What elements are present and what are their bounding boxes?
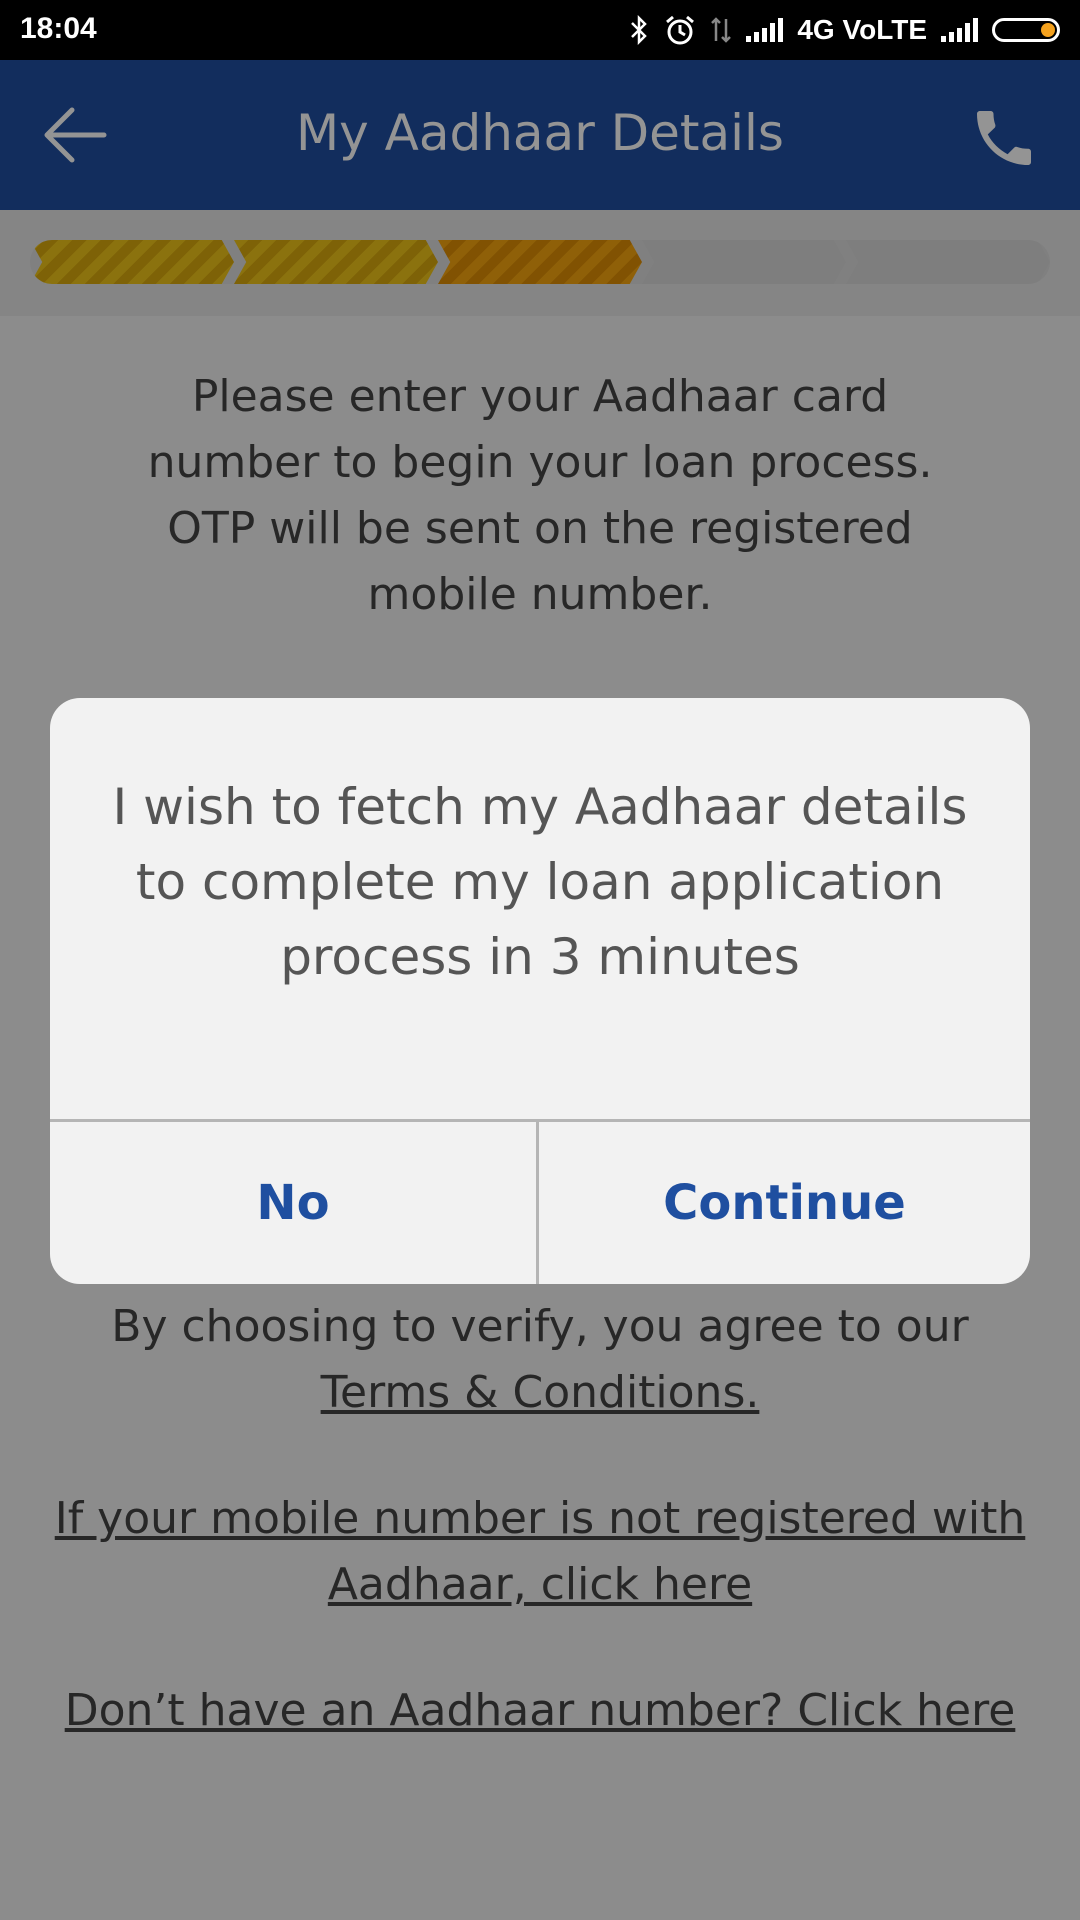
no-button[interactable]: No <box>50 1122 536 1284</box>
status-time: 18:04 <box>20 12 97 45</box>
bluetooth-icon <box>631 15 648 45</box>
consent-dialog: I wish to fetch my Aadhaar details to co… <box>50 698 1030 1284</box>
network-type: 4G VoLTE <box>797 14 927 45</box>
dialog-message: I wish to fetch my Aadhaar details to co… <box>112 778 968 986</box>
alarm-icon <box>666 15 695 45</box>
status-icons: 4G VoLTE <box>628 10 1060 50</box>
signal-strength-icon <box>746 18 784 42</box>
data-transfer-icon <box>711 17 732 43</box>
status-bar: 18:04 4G VoLTE <box>0 0 1080 60</box>
signal-strength-icon-2 <box>941 18 978 42</box>
battery-icon <box>992 18 1060 42</box>
continue-button[interactable]: Continue <box>539 1122 1030 1284</box>
